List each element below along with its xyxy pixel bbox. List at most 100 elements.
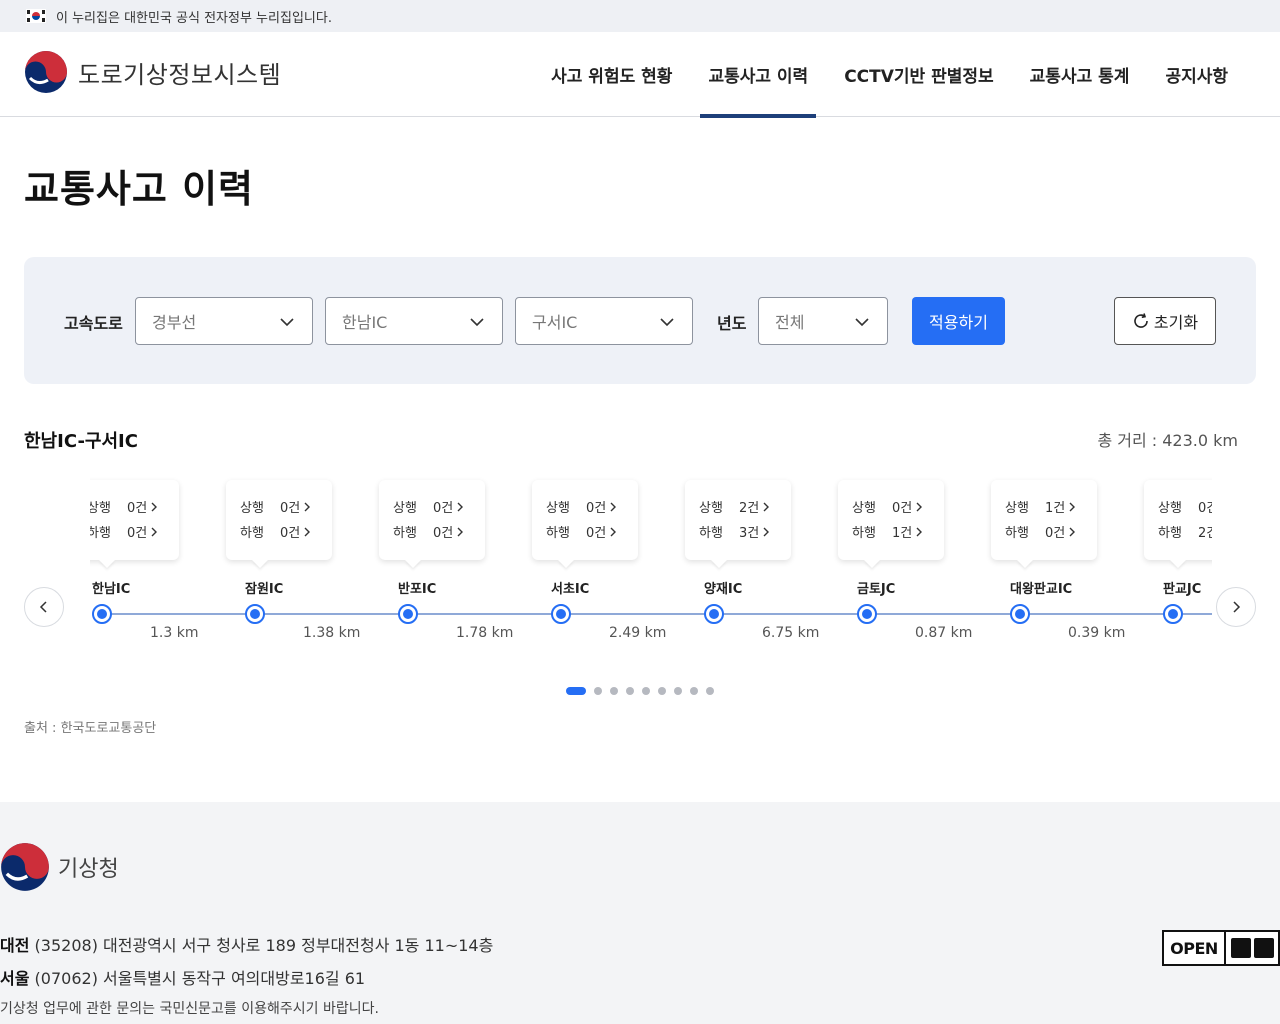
station-name: 한남IC <box>92 582 131 597</box>
station-item: 상행 1건 하행 0건 대왕판교IC 0.39 km <box>991 470 1161 650</box>
refresh-icon <box>1134 313 1148 328</box>
up-count: 0건 <box>1198 501 1212 516</box>
down-count-link[interactable]: 하행 0건 <box>1005 519 1097 544</box>
direction-label: 상행 <box>546 501 570 516</box>
up-count-link[interactable]: 상행 0건 <box>546 494 638 519</box>
down-count-link[interactable]: 하행 0건 <box>90 519 179 544</box>
station-marker[interactable] <box>398 604 418 624</box>
pagination-dot[interactable] <box>610 687 618 695</box>
prev-button[interactable] <box>24 587 64 627</box>
nav-item-accident-stats[interactable]: 교통사고 통계 <box>1012 32 1148 117</box>
station-name: 서초IC <box>551 582 590 597</box>
station-marker[interactable] <box>857 604 877 624</box>
address-city: 서울 <box>0 969 30 988</box>
pagination-dot[interactable] <box>690 687 698 695</box>
chevron-right-icon <box>1069 502 1076 511</box>
direction-label: 상행 <box>1158 501 1182 516</box>
station-marker[interactable] <box>551 604 571 624</box>
pagination-dot[interactable] <box>706 687 714 695</box>
up-count-link[interactable]: 상행 0건 <box>393 494 485 519</box>
direction-label: 상행 <box>393 501 417 516</box>
chevron-right-icon <box>151 527 158 536</box>
address-daejeon: 대전 (35208) 대전광역시 서구 청사로 189 정부대전청사 1동 11… <box>0 932 493 956</box>
up-count-link[interactable]: 상행 2건 <box>699 494 791 519</box>
noncommercial-icon <box>1253 938 1274 958</box>
apply-button[interactable]: 적용하기 <box>912 297 1005 345</box>
down-count-link[interactable]: 하행 0건 <box>546 519 638 544</box>
direction-label: 상행 <box>90 501 111 516</box>
open-badge-text: OPEN <box>1164 932 1226 964</box>
accident-count-card: 상행 0건하행 2건 <box>1144 480 1212 560</box>
station-item: 상행 0건 하행 0건 서초IC 2.49 km <box>532 470 702 650</box>
highway-select[interactable]: 경부선 <box>135 297 313 345</box>
down-count-link[interactable]: 하행 3건 <box>699 519 791 544</box>
station-item: 상행 0건하행 2건판교JC <box>1144 470 1212 650</box>
station-item: 상행 0건 하행 0건 잠원IC 1.38 km <box>226 470 396 650</box>
direction-label: 하행 <box>240 526 264 541</box>
main-nav: 사고 위험도 현황 교통사고 이력 CCTV기반 판별정보 교통사고 통계 공지… <box>533 32 1246 118</box>
route-timeline: 상행 0건 하행 0건 한남IC 1.3 km 상행 0건 하행 0건 잠원IC 1.38 km 상행 0… <box>90 470 1212 650</box>
chevron-right-icon <box>457 527 464 536</box>
down-count-link[interactable]: 하행 0건 <box>240 519 332 544</box>
down-count-link[interactable]: 하행 1건 <box>852 519 944 544</box>
pagination-dot[interactable] <box>674 687 682 695</box>
up-count-link[interactable]: 상행 0건 <box>1158 494 1212 519</box>
address-text: (07062) 서울특별시 동작구 여의대방로16길 61 <box>34 969 366 988</box>
station-item: 상행 2건 하행 3건양재IC 6.75 km <box>685 470 855 650</box>
station-marker[interactable] <box>1010 604 1030 624</box>
up-count: 1건 <box>1045 501 1066 516</box>
up-count: 0건 <box>892 501 913 516</box>
up-count-link[interactable]: 상행 1건 <box>1005 494 1097 519</box>
open-license-badge[interactable]: OPEN <box>1162 930 1280 966</box>
nav-item-cctv-info[interactable]: CCTV기반 판별정보 <box>826 32 1011 117</box>
up-count: 2건 <box>739 501 760 516</box>
station-marker[interactable] <box>1163 604 1183 624</box>
up-count: 0건 <box>586 501 607 516</box>
down-count-link[interactable]: 하행 2건 <box>1158 519 1212 544</box>
station-name: 양재IC <box>704 582 743 597</box>
up-count-link[interactable]: 상행 0건 <box>852 494 944 519</box>
chevron-right-icon <box>1233 601 1241 613</box>
pagination-dot[interactable] <box>566 687 586 695</box>
reset-button[interactable]: 초기화 <box>1114 297 1216 345</box>
station-name: 대왕판교IC <box>1010 582 1073 597</box>
chevron-right-icon <box>457 502 464 511</box>
site-logo[interactable]: 도로기상정보시스템 <box>24 50 281 94</box>
segment-distance: 1.3 km <box>150 625 199 641</box>
station-marker[interactable] <box>92 604 112 624</box>
logo-text: 도로기상정보시스템 <box>78 60 282 89</box>
from-ic-select-value: 한남IC <box>342 313 388 332</box>
direction-label: 상행 <box>852 501 876 516</box>
year-select[interactable]: 전체 <box>758 297 888 345</box>
pagination-dot[interactable] <box>642 687 650 695</box>
pagination-dot[interactable] <box>626 687 634 695</box>
to-ic-select[interactable]: 구서IC <box>515 297 693 345</box>
nav-item-accident-history[interactable]: 교통사고 이력 <box>690 32 826 118</box>
pagination-dot[interactable] <box>594 687 602 695</box>
chevron-down-icon <box>280 318 294 327</box>
pagination-dot[interactable] <box>658 687 666 695</box>
from-ic-select[interactable]: 한남IC <box>325 297 503 345</box>
up-count-link[interactable]: 상행 0건 <box>90 494 179 519</box>
station-name: 금토JC <box>857 582 896 597</box>
year-select-value: 전체 <box>775 313 805 332</box>
gov-banner-text: 이 누리집은 대한민국 공식 전자정부 누리집입니다. <box>56 10 332 26</box>
highway-label: 고속도로 <box>64 314 123 333</box>
station-marker[interactable] <box>704 604 724 624</box>
chevron-right-icon <box>1069 527 1076 536</box>
next-button[interactable] <box>1216 587 1256 627</box>
nav-item-notices[interactable]: 공지사항 <box>1147 32 1246 117</box>
total-distance: 총 거리 : 423.0 km <box>1097 431 1238 450</box>
direction-label: 하행 <box>852 526 876 541</box>
gov-banner: 이 누리집은 대한민국 공식 전자정부 누리집입니다. <box>0 0 1280 32</box>
nav-item-risk-status[interactable]: 사고 위험도 현황 <box>533 32 690 117</box>
chevron-right-icon <box>916 502 923 511</box>
down-count-link[interactable]: 하행 0건 <box>393 519 485 544</box>
down-count: 2건 <box>1198 526 1212 541</box>
segment-distance: 6.75 km <box>762 625 820 641</box>
to-ic-select-value: 구서IC <box>532 313 578 332</box>
station-marker[interactable] <box>245 604 265 624</box>
up-count-link[interactable]: 상행 0건 <box>240 494 332 519</box>
chevron-right-icon <box>763 527 770 536</box>
reset-button-label: 초기화 <box>1153 313 1199 332</box>
